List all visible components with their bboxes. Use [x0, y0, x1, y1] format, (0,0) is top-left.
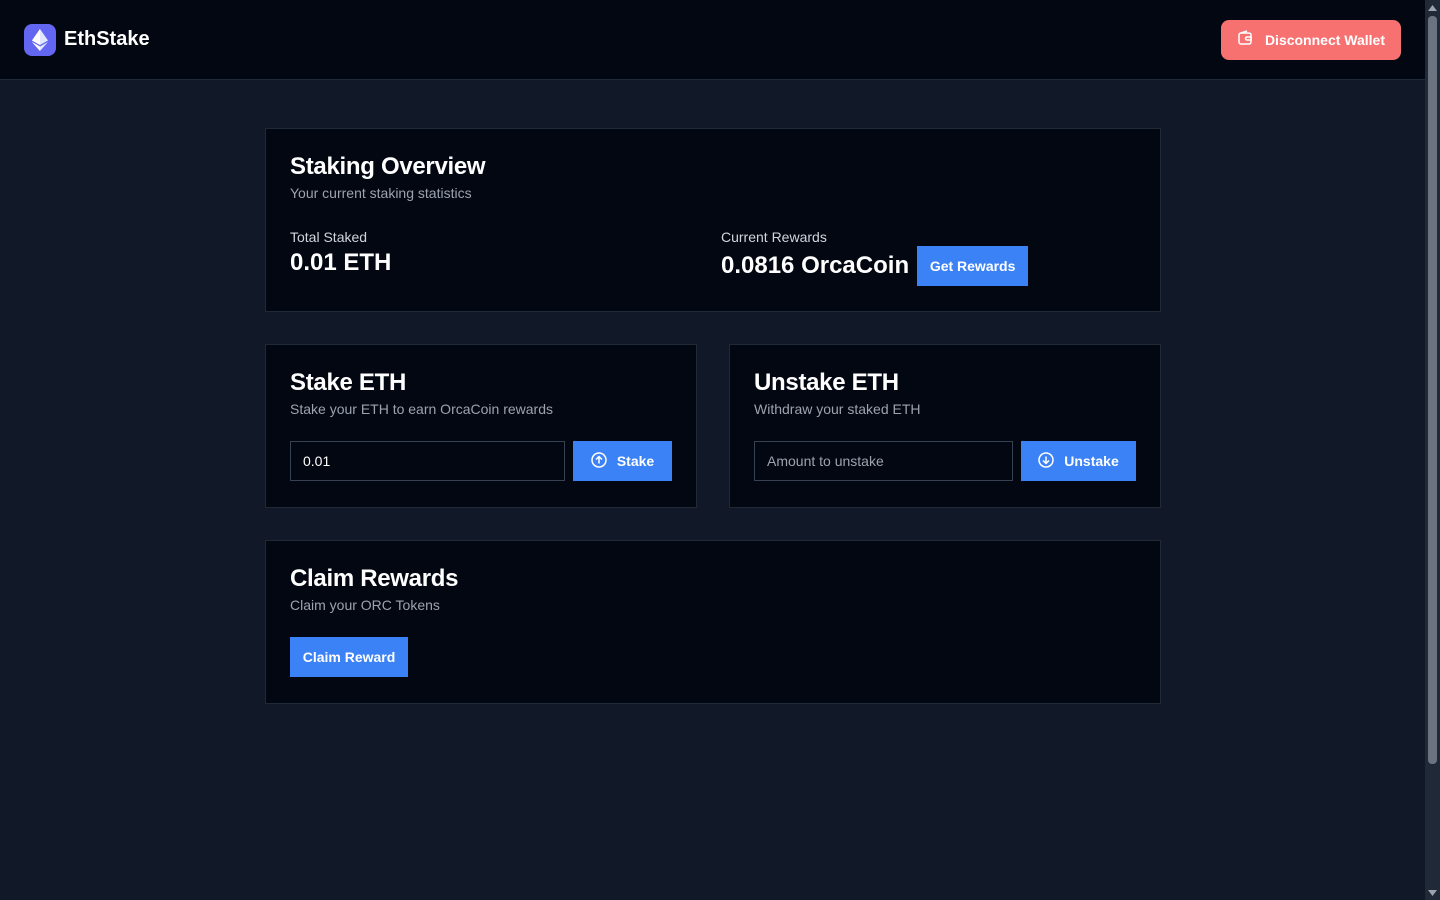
- claim-rewards-subtitle: Claim your ORC Tokens: [290, 597, 440, 613]
- app-page: EthStake Disconnect Wallet Staking Overv…: [0, 0, 1440, 900]
- total-staked-value: 0.01 ETH: [290, 249, 392, 276]
- ethereum-icon: [24, 23, 56, 56]
- scroll-down-icon[interactable]: [1425, 885, 1440, 900]
- claim-actions: Claim Reward: [290, 637, 1136, 677]
- claim-rewards-title: Claim Rewards: [290, 565, 459, 592]
- brand[interactable]: EthStake: [24, 23, 150, 56]
- current-rewards-label: Current Rewards: [721, 229, 827, 245]
- unstake-button-label: Unstake: [1064, 453, 1119, 469]
- top-bar: EthStake Disconnect Wallet: [0, 0, 1425, 80]
- scroll-up-icon[interactable]: [1425, 0, 1440, 15]
- unstake-eth-subtitle: Withdraw your staked ETH: [754, 401, 921, 417]
- wallet-icon: [1237, 30, 1253, 49]
- unstake-form: Unstake: [754, 441, 1136, 481]
- stake-eth-subtitle: Stake your ETH to earn OrcaCoin rewards: [290, 401, 553, 417]
- stake-form: Stake: [290, 441, 672, 481]
- unstake-eth-title: Unstake ETH: [754, 369, 899, 396]
- total-staked-stat: Total Staked 0.01 ETH: [290, 229, 391, 277]
- claim-reward-button[interactable]: Claim Reward: [290, 637, 408, 677]
- disconnect-wallet-button[interactable]: Disconnect Wallet: [1220, 19, 1401, 60]
- scrollbar-thumb[interactable]: [1428, 16, 1437, 764]
- brand-name: EthStake: [64, 28, 150, 50]
- arrow-up-circle-icon: [591, 451, 607, 471]
- stake-button[interactable]: Stake: [573, 441, 672, 481]
- stake-eth-card: Stake ETH Stake your ETH to earn OrcaCoi…: [265, 344, 697, 508]
- disconnect-wallet-label: Disconnect Wallet: [1264, 31, 1385, 48]
- get-rewards-button[interactable]: Get Rewards: [917, 246, 1029, 286]
- stake-amount-input[interactable]: [290, 441, 565, 481]
- total-staked-label: Total Staked: [290, 229, 368, 245]
- page-scrollbar[interactable]: [1425, 0, 1440, 900]
- unstake-amount-input[interactable]: [754, 441, 1013, 481]
- current-rewards-value: 0.0816 OrcaCoin: [721, 252, 910, 279]
- current-rewards-stat: Current Rewards 0.0816 OrcaCoin Get Rewa…: [721, 229, 1029, 286]
- stake-eth-title: Stake ETH: [290, 369, 407, 396]
- staking-overview-card: Staking Overview Your current staking st…: [265, 128, 1161, 312]
- stake-button-label: Stake: [616, 453, 655, 469]
- unstake-button[interactable]: Unstake: [1021, 441, 1136, 481]
- unstake-eth-card: Unstake ETH Withdraw your staked ETH Uns…: [729, 344, 1161, 508]
- arrow-down-circle-icon: [1038, 451, 1055, 471]
- staking-overview-title: Staking Overview: [290, 153, 486, 180]
- staking-overview-subtitle: Your current staking statistics: [290, 185, 472, 201]
- claim-rewards-card: Claim Rewards Claim your ORC Tokens Clai…: [265, 540, 1161, 704]
